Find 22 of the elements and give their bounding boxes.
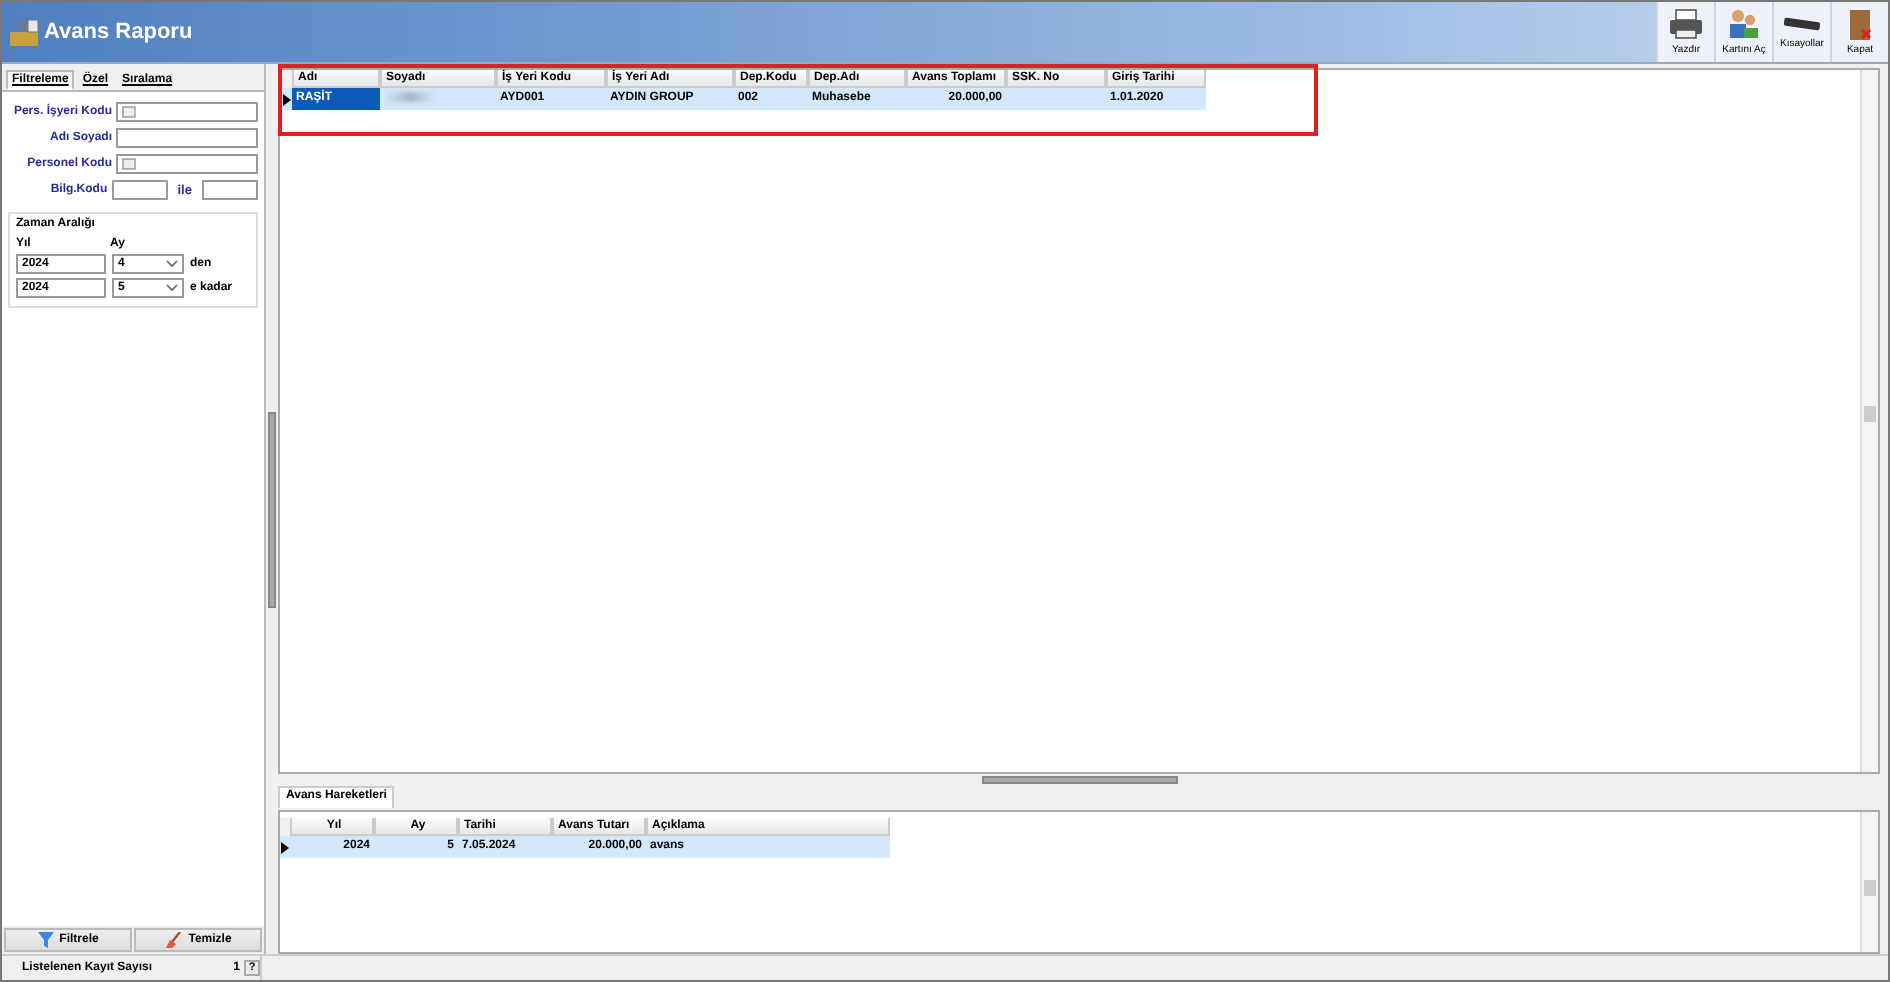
blurred-text	[384, 92, 436, 102]
door-icon	[1846, 8, 1874, 40]
window-title: Avans Raporu	[44, 20, 193, 44]
broom-icon	[164, 932, 183, 948]
input-field[interactable]	[116, 128, 258, 148]
lookup-field[interactable]	[116, 102, 258, 122]
people-icon	[1726, 8, 1762, 40]
caret-icon	[166, 260, 178, 268]
list-icon	[122, 158, 136, 170]
input-field[interactable]	[202, 180, 258, 200]
keyboard-icon	[1782, 14, 1822, 34]
list-icon	[122, 106, 136, 118]
splitter-handle[interactable]	[981, 776, 1177, 784]
lookup-field[interactable]	[116, 154, 258, 174]
printer-icon	[1668, 8, 1704, 40]
row-pointer-icon	[282, 93, 292, 105]
caret-icon	[166, 284, 178, 292]
row-pointer-icon	[280, 841, 290, 853]
person-at-desk-icon	[8, 16, 40, 48]
funnel-icon	[37, 932, 54, 948]
splitter-handle[interactable]	[268, 411, 276, 607]
input-field[interactable]	[111, 180, 168, 200]
